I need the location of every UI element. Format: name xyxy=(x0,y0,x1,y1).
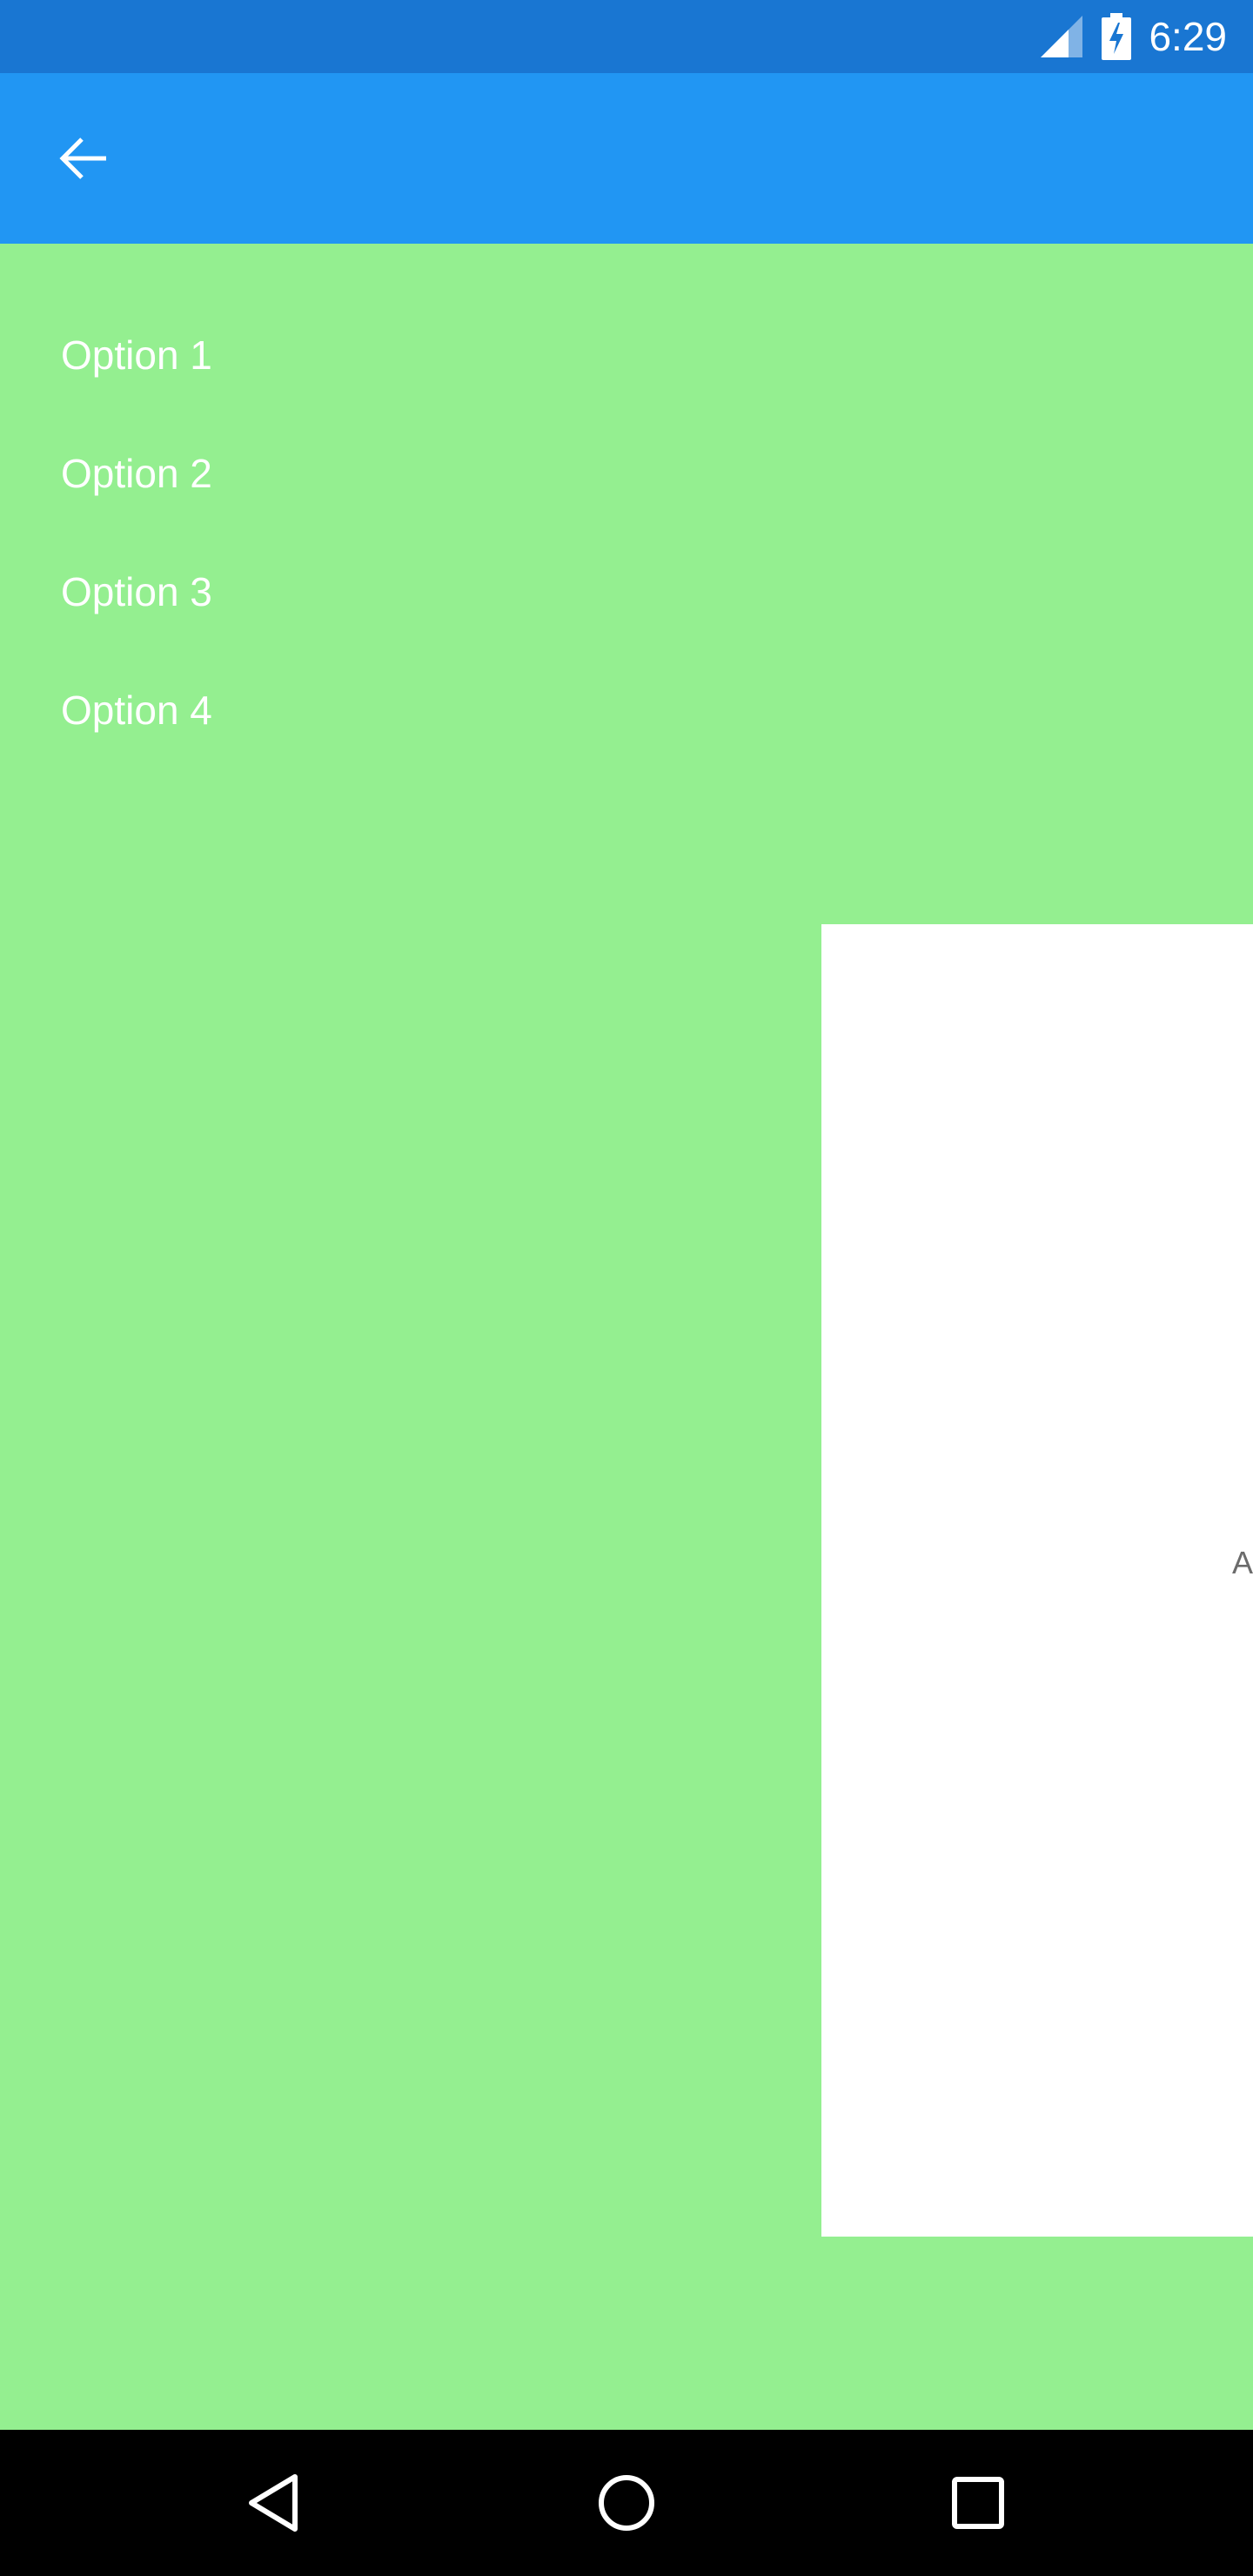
navigation-bar xyxy=(0,2430,1253,2576)
status-bar: 6:29 xyxy=(0,0,1253,73)
back-triangle-icon xyxy=(246,2472,302,2533)
status-icons: 6:29 xyxy=(1039,0,1227,73)
back-button[interactable] xyxy=(49,124,118,193)
option-label: Option 2 xyxy=(61,451,212,496)
nav-recents-button[interactable] xyxy=(935,2459,1022,2546)
cell-signal-icon xyxy=(1039,14,1084,59)
option-item-1[interactable]: Option 1 xyxy=(0,296,212,414)
option-list: Option 1 Option 2 Option 3 Option 4 xyxy=(0,296,212,769)
arrow-back-icon xyxy=(57,132,110,184)
option-label: Option 1 xyxy=(61,332,212,378)
battery-charging-icon xyxy=(1102,13,1132,60)
home-circle-icon xyxy=(596,2472,657,2533)
sliding-panel: A xyxy=(821,924,1253,2237)
recents-square-icon xyxy=(951,2476,1005,2530)
option-item-3[interactable]: Option 3 xyxy=(0,533,212,651)
option-item-2[interactable]: Option 2 xyxy=(0,414,212,533)
nav-home-button[interactable] xyxy=(583,2459,670,2546)
option-item-4[interactable]: Option 4 xyxy=(0,651,212,769)
content-area: Option 1 Option 2 Option 3 Option 4 A xyxy=(0,244,1253,2430)
option-label: Option 4 xyxy=(61,688,212,733)
nav-back-button[interactable] xyxy=(231,2459,318,2546)
panel-partial-text: A xyxy=(1232,1545,1253,1580)
option-label: Option 3 xyxy=(61,569,212,614)
status-time: 6:29 xyxy=(1149,14,1227,59)
app-bar xyxy=(0,73,1253,244)
